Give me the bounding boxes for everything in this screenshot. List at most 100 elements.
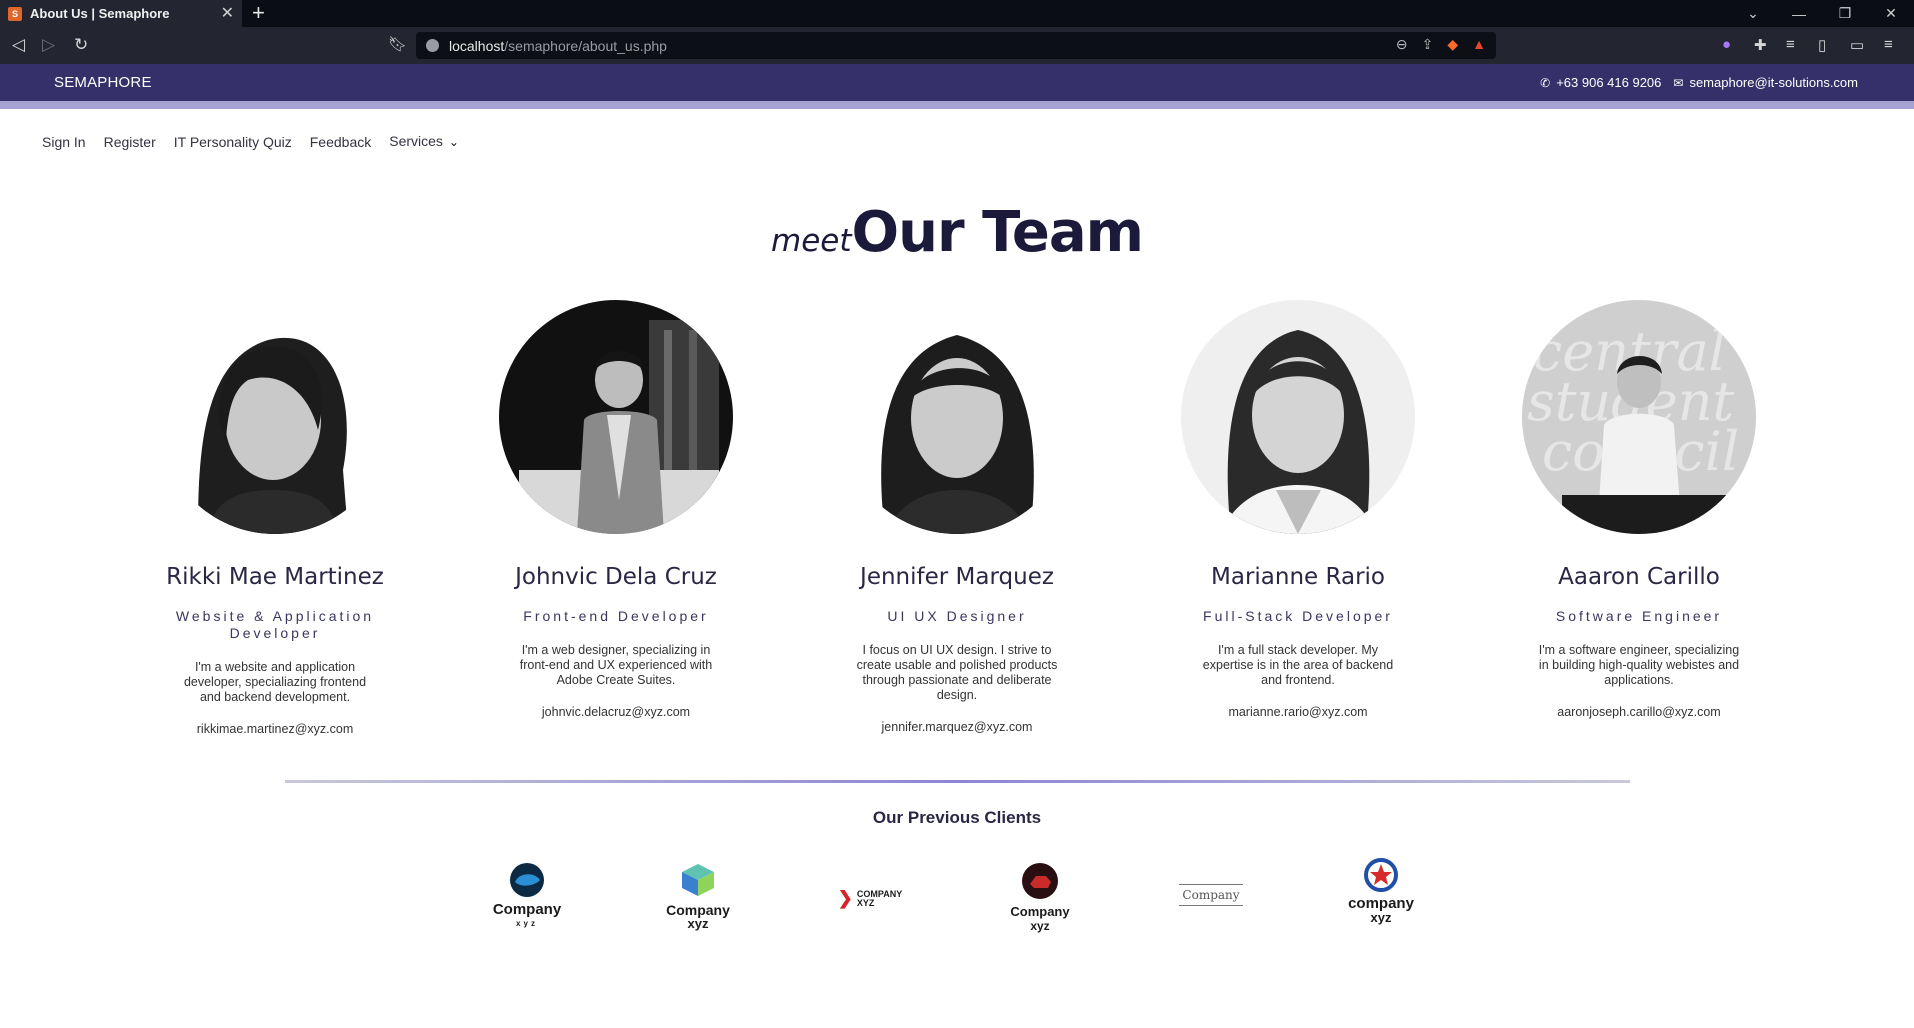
client-logo-sub: xyz bbox=[1370, 910, 1392, 925]
brave-rewards-icon[interactable]: ▲ bbox=[1472, 36, 1486, 53]
client-logo: Company xyz bbox=[990, 862, 1090, 942]
zoom-icon[interactable]: ⊖ bbox=[1396, 36, 1408, 53]
team-member-card: Johnvic Dela Cruz Front-end Developer I'… bbox=[471, 300, 761, 719]
member-bio: I'm a software engineer, specializing in… bbox=[1538, 643, 1740, 687]
url-field[interactable]: localhost /semaphore/about_us.php ⊖ ⇪ ◆ … bbox=[416, 32, 1496, 59]
member-role: Website & Application Developer bbox=[175, 608, 375, 641]
tab-search-icon[interactable]: ⌄ bbox=[1730, 5, 1776, 22]
reload-icon[interactable]: ↻ bbox=[74, 35, 88, 55]
chevron-logo-icon: ❯ bbox=[837, 888, 853, 908]
team-member-card: central student council Aaaron Carillo S… bbox=[1494, 300, 1784, 719]
member-photo: central student council bbox=[1522, 300, 1756, 534]
wallet-icon[interactable]: ▭ bbox=[1850, 36, 1864, 54]
window-controls: ⌄ — ❐ ✕ bbox=[1730, 0, 1914, 27]
url-host: localhost bbox=[449, 37, 505, 54]
member-email[interactable]: jennifer.marquez@xyz.com bbox=[812, 720, 1102, 734]
mail-icon: ✉ bbox=[1673, 75, 1684, 90]
cube-logo-icon bbox=[682, 864, 714, 896]
member-email[interactable]: rikkimae.martinez@xyz.com bbox=[130, 722, 420, 736]
tab-title: About Us | Semaphore bbox=[30, 6, 170, 21]
nav-services[interactable]: Services ⌄ bbox=[389, 133, 459, 151]
nav-services-label[interactable]: Services bbox=[389, 133, 443, 149]
browser-tab[interactable]: S About Us | Semaphore ✕ bbox=[0, 0, 242, 27]
client-logo-sub: xyz bbox=[516, 919, 538, 928]
client-logo-name: Company bbox=[1010, 904, 1070, 919]
nav-personality-quiz[interactable]: IT Personality Quiz bbox=[174, 134, 292, 150]
bull-logo-icon bbox=[1022, 863, 1058, 899]
member-name: Jennifer Marquez bbox=[860, 564, 1054, 590]
chevron-down-icon[interactable]: ⌄ bbox=[449, 135, 459, 149]
member-photo bbox=[158, 300, 392, 534]
site-top-bar: SEMAPHORE ✆ +63 906 416 9206 ✉ semaphore… bbox=[0, 64, 1914, 101]
sidebar-icon[interactable]: ▯ bbox=[1818, 36, 1826, 54]
favicon-icon: S bbox=[8, 6, 22, 21]
restore-icon[interactable]: ❐ bbox=[1822, 5, 1868, 22]
phone-icon: ✆ bbox=[1540, 75, 1551, 90]
menu-icon[interactable]: ≡ bbox=[1884, 36, 1893, 53]
member-name: Aaaron Carillo bbox=[1558, 564, 1720, 590]
contact-info: ✆ +63 906 416 9206 ✉ semaphore@it-soluti… bbox=[1540, 75, 1858, 90]
client-logo: ❯ COMPANY XYZ bbox=[820, 888, 920, 968]
star-logo-icon bbox=[1364, 858, 1398, 892]
heading-our-team: Our Team bbox=[851, 200, 1144, 265]
minimize-icon[interactable]: — bbox=[1776, 6, 1822, 22]
client-logo: Company xyz bbox=[477, 862, 577, 942]
member-email[interactable]: aaronjoseph.carillo@xyz.com bbox=[1494, 705, 1784, 719]
client-logo: Company xyz bbox=[648, 862, 748, 942]
member-bio: I'm a website and application developer,… bbox=[183, 660, 367, 704]
contact-phone: +63 906 416 9206 bbox=[1556, 75, 1662, 90]
member-name: Rikki Mae Martinez bbox=[166, 564, 384, 590]
whale-logo-icon bbox=[510, 863, 544, 897]
client-logo-sub: xyz bbox=[1030, 919, 1050, 933]
client-logo: company xyz bbox=[1331, 858, 1431, 938]
close-tab-icon[interactable]: ✕ bbox=[221, 5, 234, 22]
bookmark-icon[interactable]: 🔖︎ bbox=[388, 35, 407, 53]
site-nav: Sign In Register IT Personality Quiz Fee… bbox=[42, 133, 459, 151]
nav-feedback[interactable]: Feedback bbox=[310, 134, 371, 150]
client-logo-name: company bbox=[1348, 895, 1414, 912]
extensions-puzzle-icon[interactable]: ✚ bbox=[1754, 36, 1767, 54]
extension-icon[interactable]: ● bbox=[1722, 36, 1731, 53]
nav-register[interactable]: Register bbox=[104, 134, 156, 150]
close-window-icon[interactable]: ✕ bbox=[1868, 5, 1914, 22]
section-divider bbox=[285, 780, 1630, 783]
address-bar: ◁ ▷ ↻ 🔖︎ localhost /semaphore/about_us.p… bbox=[0, 27, 1914, 64]
client-logo-name: Company bbox=[666, 902, 730, 918]
brave-shield-icon[interactable]: ◆ bbox=[1447, 36, 1458, 53]
member-photo bbox=[499, 300, 733, 534]
member-photo bbox=[1181, 300, 1415, 534]
member-name: Johnvic Dela Cruz bbox=[515, 564, 717, 590]
contact-email: semaphore@it-solutions.com bbox=[1689, 75, 1858, 90]
site-info-icon[interactable] bbox=[426, 39, 439, 52]
member-role: Full-Stack Developer bbox=[1203, 608, 1393, 624]
team-member-card: Jennifer Marquez UI UX Designer I focus … bbox=[812, 300, 1102, 734]
page-title: meetOur Team bbox=[0, 200, 1914, 265]
client-logo-sub: xyz bbox=[687, 916, 709, 931]
accent-strip bbox=[0, 101, 1914, 109]
back-icon[interactable]: ◁ bbox=[12, 35, 25, 55]
nav-sign-in[interactable]: Sign In bbox=[42, 134, 86, 150]
new-tab-icon[interactable]: + bbox=[252, 2, 265, 24]
playlist-icon[interactable]: ≡ bbox=[1786, 36, 1795, 53]
heading-meet: meet bbox=[771, 223, 852, 259]
client-logo: Company bbox=[1161, 884, 1261, 964]
share-icon[interactable]: ⇪ bbox=[1422, 36, 1434, 53]
team-member-card: Rikki Mae Martinez Website & Application… bbox=[130, 300, 420, 736]
member-email[interactable]: marianne.rario@xyz.com bbox=[1153, 705, 1443, 719]
site-brand[interactable]: SEMAPHORE bbox=[54, 74, 152, 91]
member-role: Front-end Developer bbox=[523, 608, 709, 624]
clients-title: Our Previous Clients bbox=[872, 808, 1042, 827]
client-logo-name: Company bbox=[492, 901, 562, 918]
client-logo-sub: XYZ bbox=[856, 897, 875, 908]
member-name: Marianne Rario bbox=[1211, 564, 1385, 590]
member-email[interactable]: johnvic.delacruz@xyz.com bbox=[471, 705, 761, 719]
client-logo-name: Company bbox=[1182, 888, 1240, 902]
omnibox-actions: ⊖ ⇪ ◆ ▲ bbox=[1396, 36, 1486, 53]
browser-tabbar: S About Us | Semaphore ✕ + ⌄ — ❐ ✕ bbox=[0, 0, 1914, 27]
member-bio: I'm a web designer, specializing in fron… bbox=[519, 643, 713, 687]
member-role: Software Engineer bbox=[1555, 608, 1723, 624]
forward-icon[interactable]: ▷ bbox=[42, 35, 55, 55]
member-bio: I'm a full stack developer. My expertise… bbox=[1202, 643, 1394, 687]
url-path: /semaphore/about_us.php bbox=[504, 37, 667, 54]
team-member-card: Marianne Rario Full-Stack Developer I'm … bbox=[1153, 300, 1443, 719]
